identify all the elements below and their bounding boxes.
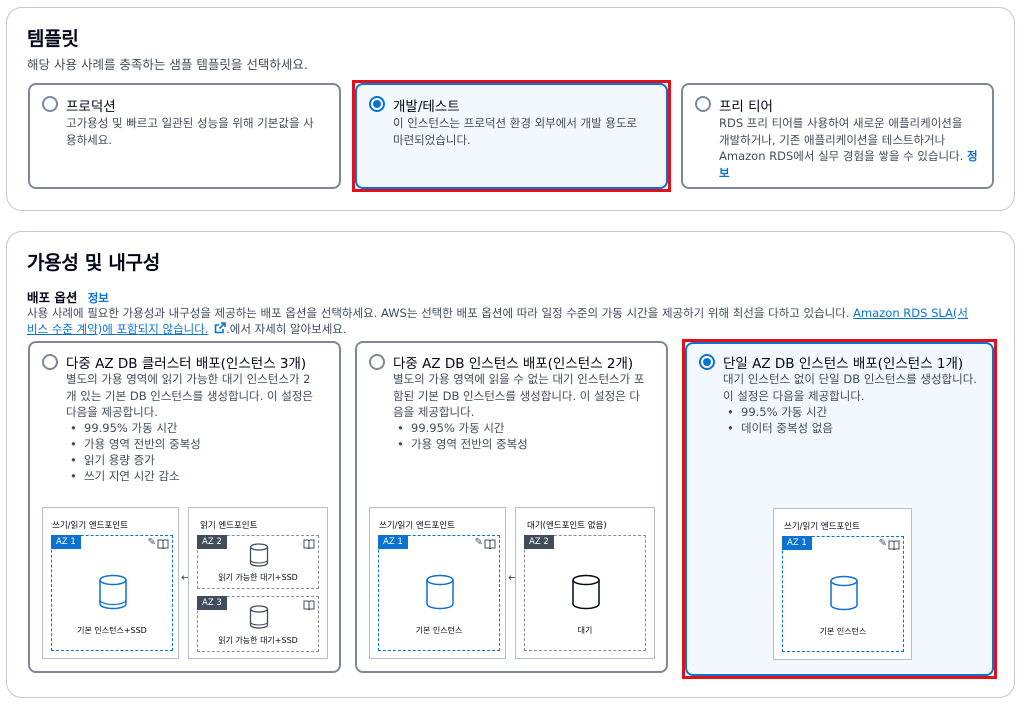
write-endpoint-label: 쓰기/읽기 엔드포인트 xyxy=(379,521,455,531)
sla-link[interactable]: Amazon RDS SLA(서 xyxy=(853,306,968,320)
database-icon xyxy=(249,605,269,629)
database-icon xyxy=(572,574,600,610)
info-link[interactable]: 정보 xyxy=(88,291,109,305)
write-endpoint-label: 쓰기/읽기 엔드포인트 xyxy=(52,521,128,531)
deploy-option-label: 다중 AZ DB 인스턴스 배포(인스턴스 2개) xyxy=(393,356,634,372)
template-description: RDS 프리 티어를 사용하여 새로운 애플리케이션을 개발하거나, 기존 애플… xyxy=(719,115,984,181)
availability-title: 가용성 및 내구성 xyxy=(27,252,160,274)
selection-highlight xyxy=(352,80,671,192)
deploy-options-description: 사용 사례에 필요한 가용성과 내구성을 제공하는 배포 옵션을 선택하세요. … xyxy=(27,306,968,336)
external-link-icon[interactable] xyxy=(214,322,226,334)
deploy-options-heading: 배포 옵션 정보 xyxy=(27,287,109,306)
deploy-options-label: 배포 옵션 xyxy=(27,290,78,305)
database-icon xyxy=(426,574,454,610)
book-icon xyxy=(484,539,496,549)
deploy-option-label: 다중 AZ DB 클러스터 배포(인스턴스 3개) xyxy=(66,356,307,372)
template-option-production[interactable]: 프로덕션 고가용성 및 빠르고 일관된 성능을 위해 기본값을 사 용하세요. xyxy=(28,83,341,189)
az-label: AZ 2 xyxy=(524,535,554,549)
write-endpoint-diagram: 쓰기/읽기 엔드포인트 AZ 1 ✎ 기본 인스턴스+SSD xyxy=(42,507,179,659)
pencil-icon: ✎ xyxy=(147,537,156,548)
standby-endpoint-label: 대기(엔드포인트 없음) xyxy=(527,521,607,531)
deploy-option-description: 별도의 가용 영역에 읽기 가능한 대기 인스턴스가 2 개 있는 기본 DB … xyxy=(66,372,314,419)
write-endpoint-diagram: 쓰기/읽기 엔드포인트 AZ 1 ✎ 기본 인스턴스 xyxy=(369,507,506,659)
az-box: AZ 2 읽기 가능한 대기+SSD xyxy=(197,535,319,589)
standby-instance-caption: 읽기 가능한 대기+SSD xyxy=(218,573,298,582)
az-box: AZ 2 대기 xyxy=(524,535,646,651)
az-label: AZ 1 xyxy=(51,535,81,549)
info-link-continued[interactable]: 보 xyxy=(719,165,984,182)
template-label: 프리 티어 xyxy=(719,99,773,115)
book-icon xyxy=(303,539,315,549)
az-box: AZ 1 ✎ 기본 인스턴스 xyxy=(378,535,500,651)
sla-link-continued[interactable]: 비스 수준 계약)에 포함되지 않습니다. xyxy=(27,322,208,336)
template-description: 고가용성 및 빠르고 일관된 성능을 위해 기본값을 사 용하세요. xyxy=(66,116,314,147)
az-box: AZ 3 읽기 가능한 대기+SSD xyxy=(197,596,319,652)
radio-icon[interactable] xyxy=(369,354,385,370)
availability-panel: 가용성 및 내구성 배포 옵션 정보 사용 사례에 필요한 가용성과 내구성을 … xyxy=(6,231,1015,698)
radio-icon[interactable] xyxy=(42,354,58,370)
primary-instance-caption: 기본 인스턴스 xyxy=(415,626,463,635)
book-icon xyxy=(303,600,315,610)
az-label: AZ 2 xyxy=(197,535,227,549)
templates-title: 템플릿 xyxy=(27,28,79,50)
standby-diagram: 대기(엔드포인트 없음) AZ 2 대기 xyxy=(515,507,655,659)
read-endpoint-label: 읽기 엔드포인트 xyxy=(200,521,258,531)
az-label: AZ 1 xyxy=(378,535,408,549)
templates-panel: 템플릿 해당 사용 사례를 충족하는 샘플 템플릿을 선택하세요. 프로덕션 고… xyxy=(6,7,1015,211)
template-label: 프로덕션 xyxy=(66,99,116,115)
database-icon xyxy=(249,543,269,567)
primary-instance-caption: 기본 인스턴스+SSD xyxy=(77,626,147,635)
pencil-icon: ✎ xyxy=(474,537,483,548)
standby-instance-caption: 대기 xyxy=(577,626,593,635)
selection-highlight xyxy=(682,339,997,679)
deploy-option-multi-az-instance[interactable]: 다중 AZ DB 인스턴스 배포(인스턴스 2개) 별도의 가용 영역에 읽을 … xyxy=(355,341,668,673)
deploy-option-description: 별도의 가용 영역에 읽을 수 없는 대기 인스턴스가 포 함된 기본 DB 인… xyxy=(393,372,645,419)
database-icon xyxy=(99,574,127,610)
read-endpoint-diagram: 읽기 엔드포인트 AZ 2 읽기 가능한 대기+SSD AZ 3 읽기 가능한 … xyxy=(188,507,328,659)
book-icon xyxy=(157,539,169,549)
deploy-option-multi-az-cluster[interactable]: 다중 AZ DB 클러스터 배포(인스턴스 3개) 별도의 가용 영역에 읽기 … xyxy=(28,341,341,673)
radio-icon[interactable] xyxy=(42,96,58,112)
deploy-option-benefits: 99.95% 가동 시간 가용 영역 전반의 중복성 읽기 용량 증가 쓰기 지… xyxy=(66,420,201,484)
standby-instance-caption: 읽기 가능한 대기+SSD xyxy=(218,636,298,645)
az-label: AZ 3 xyxy=(197,596,227,610)
radio-icon[interactable] xyxy=(695,96,711,112)
template-option-free-tier[interactable]: 프리 티어 RDS 프리 티어를 사용하여 새로운 애플리케이션을 개발하거나,… xyxy=(681,83,994,189)
az-box: AZ 1 ✎ 기본 인스턴스+SSD xyxy=(51,535,173,651)
templates-description: 해당 사용 사례를 충족하는 샘플 템플릿을 선택하세요. xyxy=(27,57,308,72)
info-link[interactable]: 정 xyxy=(967,149,978,163)
deploy-option-benefits: 99.95% 가동 시간 가용 영역 전반의 중복성 xyxy=(393,420,528,452)
